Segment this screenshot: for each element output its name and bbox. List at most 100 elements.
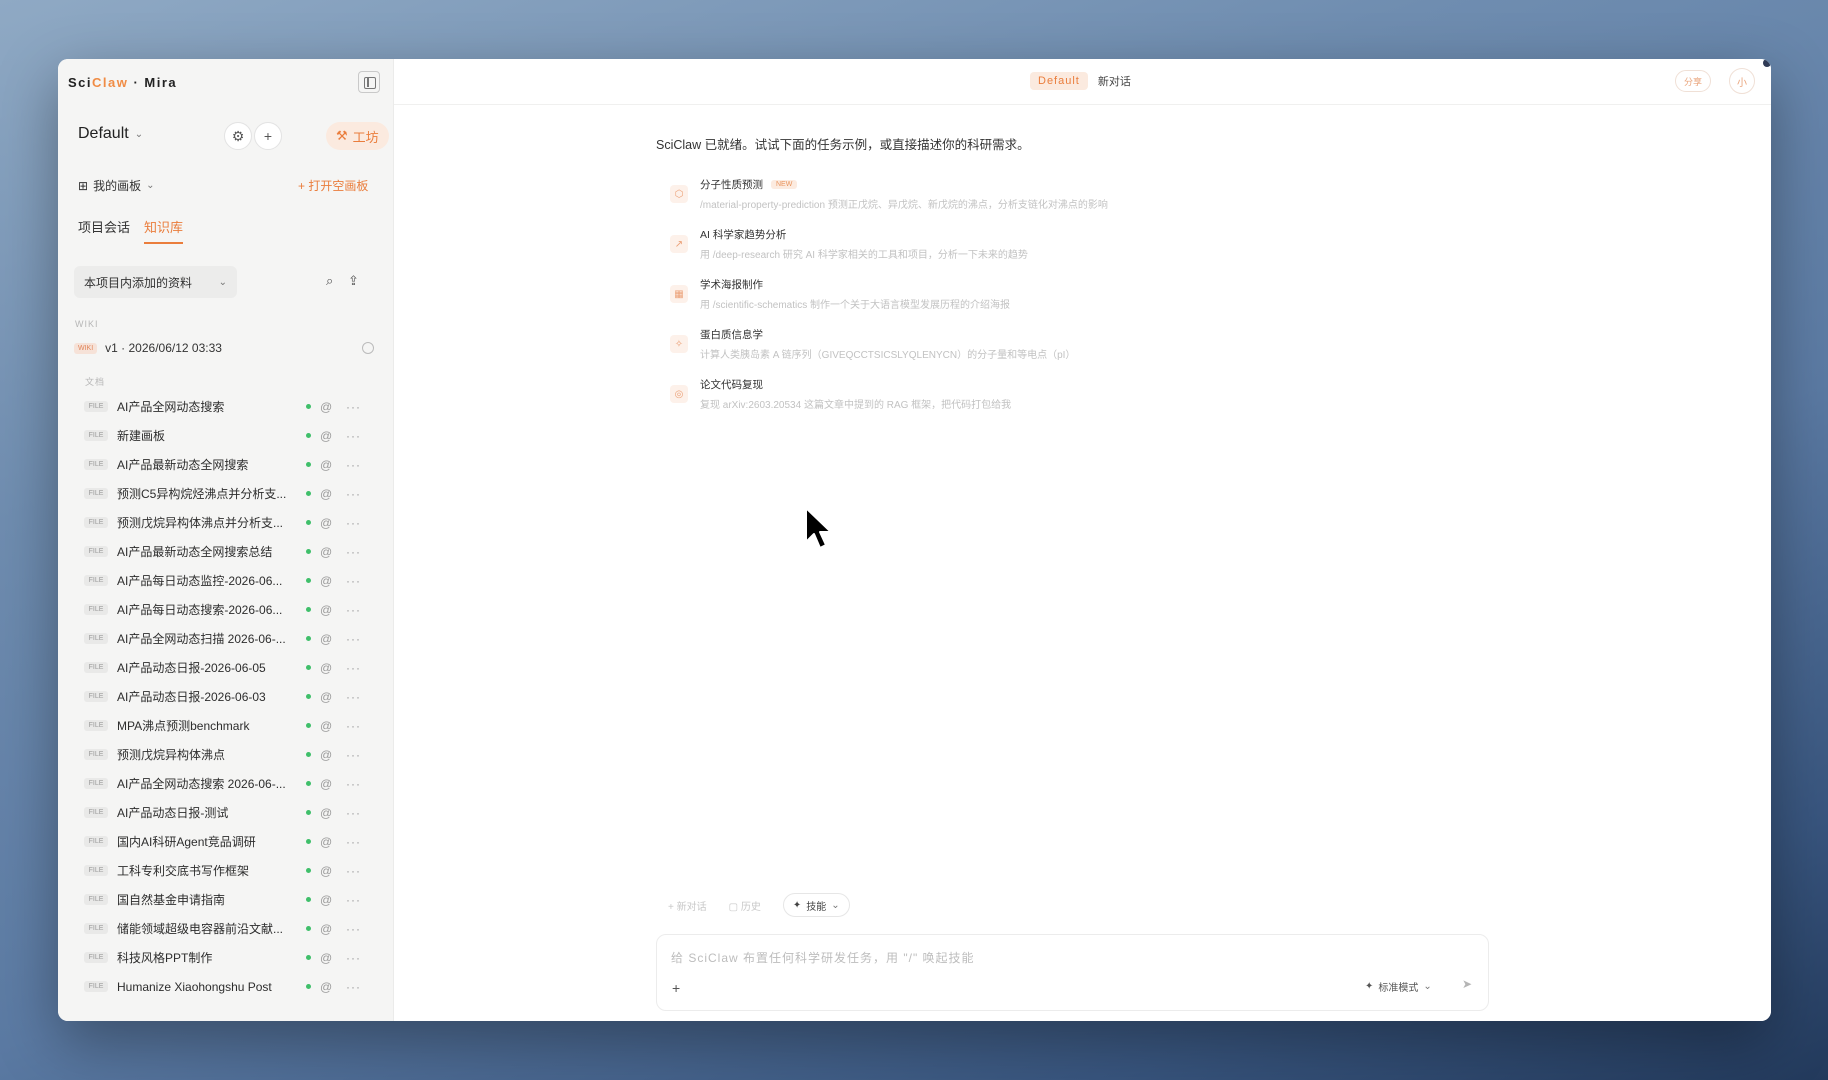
my-board-selector[interactable]: ⊞ 我的画板 ⌄ — [78, 177, 154, 194]
settings-button[interactable]: ⚙ — [224, 122, 252, 150]
mention-icon[interactable]: @ — [320, 951, 332, 965]
add-button[interactable]: + — [254, 122, 282, 150]
mention-icon[interactable]: @ — [320, 864, 332, 878]
more-icon[interactable]: ··· — [346, 400, 361, 414]
skills-button[interactable]: ✦ 技能 ⌄ — [782, 893, 850, 917]
file-row[interactable]: FILE AI产品每日动态搜索-2026-06... @ ··· — [84, 595, 384, 624]
file-row[interactable]: FILE 工科专利交底书写作框架 @ ··· — [84, 856, 384, 885]
composer-input[interactable]: 给 SciClaw 布置任何科学研发任务，用 "/" 唤起技能 — [671, 949, 975, 966]
file-row[interactable]: FILE MPA沸点预测benchmark @ ··· — [84, 711, 384, 740]
file-row[interactable]: FILE AI产品动态日报-2026-06-05 @ ··· — [84, 653, 384, 682]
file-row[interactable]: FILE 新建画板 @ ··· — [84, 421, 384, 450]
file-row[interactable]: FILE AI产品全网动态搜索 @ ··· — [84, 392, 384, 421]
file-row[interactable]: FILE AI产品全网动态扫描 2026-06-... @ ··· — [84, 624, 384, 653]
user-avatar[interactable]: 小 — [1729, 68, 1755, 94]
file-row[interactable]: FILE Humanize Xiaohongshu Post @ ··· — [84, 972, 384, 1001]
clock-icon[interactable] — [362, 342, 374, 354]
wiki-version-row[interactable]: WIKI v1 · 2026/06/12 03:33 — [74, 335, 374, 361]
more-icon[interactable]: ··· — [346, 835, 361, 849]
workshop-button[interactable]: ⚒ 工坊 — [326, 122, 389, 150]
mention-icon[interactable]: @ — [320, 748, 332, 762]
mention-icon[interactable]: @ — [320, 980, 332, 994]
search-icon[interactable]: ⌕ — [326, 273, 333, 289]
mention-icon[interactable]: @ — [320, 806, 332, 820]
project-pill[interactable]: Default — [1030, 72, 1088, 90]
file-row[interactable]: FILE AI产品最新动态全网搜索总结 @ ··· — [84, 537, 384, 566]
task-example[interactable]: ▦ 学术海报制作用 /scientific-schematics 制作一个关于大语… — [664, 275, 1108, 325]
more-icon[interactable]: ··· — [346, 951, 361, 965]
file-row[interactable]: FILE 科技风格PPT制作 @ ··· — [84, 943, 384, 972]
mention-icon[interactable]: @ — [320, 429, 332, 443]
file-badge: FILE — [84, 662, 108, 673]
more-icon[interactable]: ··· — [346, 603, 361, 617]
more-icon[interactable]: ··· — [346, 661, 361, 675]
file-row[interactable]: FILE 储能领域超级电容器前沿文献... @ ··· — [84, 914, 384, 943]
file-row[interactable]: FILE 预测戊烷异构体沸点并分析支... @ ··· — [84, 508, 384, 537]
file-row[interactable]: FILE AI产品每日动态监控-2026-06... @ ··· — [84, 566, 384, 595]
more-icon[interactable]: ··· — [346, 777, 361, 791]
mention-icon[interactable]: @ — [320, 545, 332, 559]
file-row[interactable]: FILE 国自然基金申请指南 @ ··· — [84, 885, 384, 914]
more-icon[interactable]: ··· — [346, 922, 361, 936]
task-example-desc: 用 /deep-research 研究 AI 科学家相关的工具和项目，分析一下未… — [700, 250, 1028, 261]
mention-icon[interactable]: @ — [320, 661, 332, 675]
mention-icon[interactable]: @ — [320, 516, 332, 530]
mention-icon[interactable]: @ — [320, 719, 332, 733]
more-icon[interactable]: ··· — [346, 545, 361, 559]
more-icon[interactable]: ··· — [346, 632, 361, 646]
file-name: AI产品动态日报-2026-06-03 — [117, 690, 266, 704]
kb-source-select[interactable]: 本项目内添加的资料 ⌄ — [74, 266, 237, 298]
upload-icon[interactable]: ⇪ — [348, 273, 359, 289]
more-icon[interactable]: ··· — [346, 429, 361, 443]
file-row[interactable]: FILE AI产品最新动态全网搜索 @ ··· — [84, 450, 384, 479]
mention-icon[interactable]: @ — [320, 458, 332, 472]
task-example[interactable]: ◎ 论文代码复现 复现 arXiv:2603.20534 这篇文章中提到的 RAG … — [664, 375, 1108, 425]
mention-icon[interactable]: @ — [320, 922, 332, 936]
attach-plus-icon[interactable]: + — [672, 980, 680, 996]
file-row[interactable]: FILE 国内AI科研Agent竞品调研 @ ··· — [84, 827, 384, 856]
mention-icon[interactable]: @ — [320, 690, 332, 704]
more-icon[interactable]: ··· — [346, 487, 361, 501]
more-icon[interactable]: ··· — [346, 458, 361, 472]
more-icon[interactable]: ··· — [346, 719, 361, 733]
task-example[interactable]: ⬡ 分子性质预测 NEW/material-property-prediction … — [664, 175, 1108, 225]
more-icon[interactable]: ··· — [346, 574, 361, 588]
sidebar-toggle-icon[interactable] — [358, 71, 380, 93]
file-row[interactable]: FILE AI产品动态日报-测试 @ ··· — [84, 798, 384, 827]
mention-icon[interactable]: @ — [320, 400, 332, 414]
task-example-desc: 复现 arXiv:2603.20534 这篇文章中提到的 RAG 框架，把代码打… — [700, 400, 1012, 411]
mention-icon[interactable]: @ — [320, 632, 332, 646]
mention-icon[interactable]: @ — [320, 603, 332, 617]
file-row[interactable]: FILE AI产品动态日报-2026-06-03 @ ··· — [84, 682, 384, 711]
history-icon: ▢ — [728, 901, 741, 913]
mention-icon[interactable]: @ — [320, 777, 332, 791]
share-button[interactable]: 分享 — [1674, 70, 1711, 92]
message-composer[interactable]: 给 SciClaw 布置任何科学研发任务，用 "/" 唤起技能 + ✦ 标准模式… — [656, 934, 1489, 1011]
more-icon[interactable]: ··· — [346, 806, 361, 820]
more-icon[interactable]: ··· — [346, 690, 361, 704]
mention-icon[interactable]: @ — [320, 487, 332, 501]
task-example[interactable]: ✧ 蛋白质信息学 计算人类胰岛素 A 链序列（GIVEQCCTSICSLYQLENY… — [664, 325, 1108, 375]
mode-selector[interactable]: ✦ 标准模式 ⌄ — [1365, 979, 1432, 994]
file-row[interactable]: FILE AI产品全网动态搜索 2026-06-... @ ··· — [84, 769, 384, 798]
more-icon[interactable]: ··· — [346, 864, 361, 878]
status-dot — [306, 781, 311, 786]
file-badge: FILE — [84, 836, 108, 847]
file-row[interactable]: FILE 预测戊烷异构体沸点 @ ··· — [84, 740, 384, 769]
more-icon[interactable]: ··· — [346, 980, 361, 994]
mention-icon[interactable]: @ — [320, 574, 332, 588]
mention-icon[interactable]: @ — [320, 835, 332, 849]
new-chat-button[interactable]: + 新对话 — [668, 898, 707, 913]
task-example[interactable]: ↗ AI 科学家趋势分析用 /deep-research 研究 AI 科学家相关的… — [664, 225, 1108, 275]
tab-knowledge-base[interactable]: 知识库 — [144, 217, 184, 244]
file-row[interactable]: FILE 预测C5异构烷烃沸点并分析支... @ ··· — [84, 479, 384, 508]
mention-icon[interactable]: @ — [320, 893, 332, 907]
open-blank-board-button[interactable]: + 打开空画板 — [298, 177, 368, 194]
history-button[interactable]: ▢ 历史 — [729, 898, 761, 913]
tab-project-sessions[interactable]: 项目会话 — [78, 217, 130, 244]
more-icon[interactable]: ··· — [346, 516, 361, 530]
send-icon[interactable]: ➤ — [1462, 977, 1472, 991]
more-icon[interactable]: ··· — [346, 893, 361, 907]
more-icon[interactable]: ··· — [346, 748, 361, 762]
project-selector[interactable]: Default ⌄ — [78, 125, 143, 143]
